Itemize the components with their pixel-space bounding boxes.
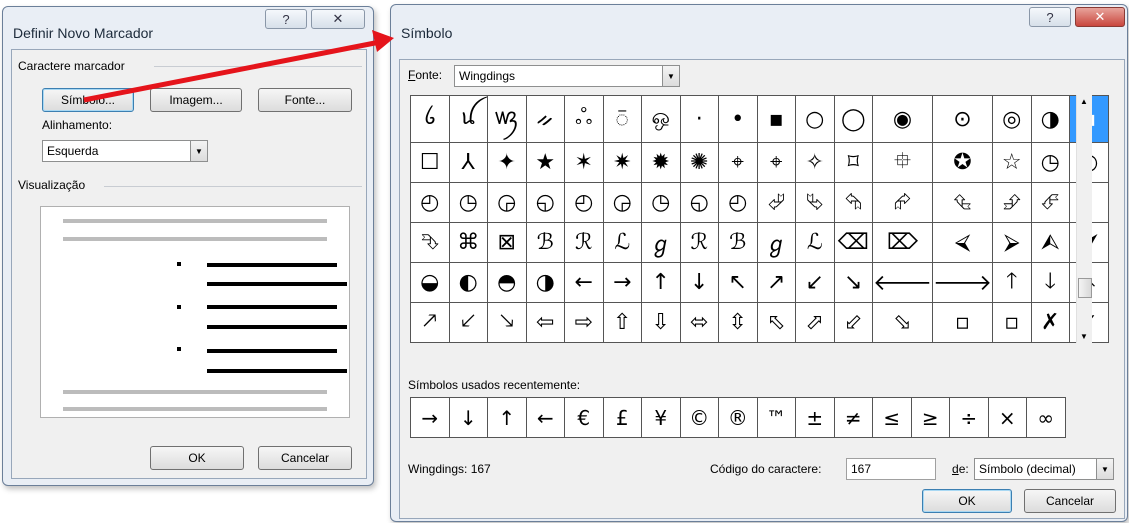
annotation-arrow (83, 30, 394, 103)
